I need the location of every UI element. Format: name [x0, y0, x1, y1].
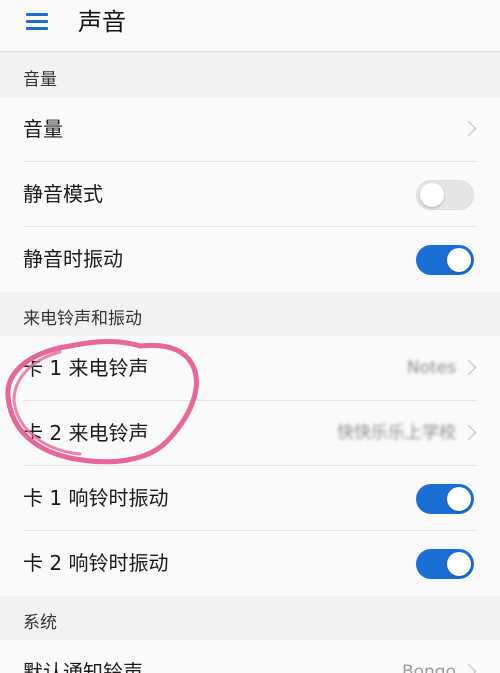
- ringtone-value: Notes: [406, 358, 456, 378]
- page-title: 声音: [78, 8, 126, 36]
- chevron-right-icon: [460, 359, 477, 376]
- row-label: 卡 2 来电铃声: [23, 421, 149, 445]
- row-label: 音量: [23, 117, 63, 141]
- notification-value: Bongo: [401, 662, 456, 673]
- toggle-knob: [447, 248, 471, 272]
- sim1-ring-vibrate-row: 卡 1 响铃时振动: [0, 466, 500, 531]
- section-header-label: 系统: [23, 613, 57, 633]
- row-label: 默认通知铃声: [23, 660, 143, 673]
- sim2-ring-vibrate-row: 卡 2 响铃时振动: [0, 531, 500, 596]
- sim2-vibrate-toggle[interactable]: [416, 549, 474, 579]
- sim1-ringtone-row[interactable]: 卡 1 来电铃声 Notes: [0, 336, 500, 401]
- vibrate-when-silent-toggle[interactable]: [416, 245, 474, 275]
- app-bar: 声音: [0, 0, 500, 52]
- hamburger-menu-icon[interactable]: [22, 10, 52, 34]
- sim2-ringtone-row[interactable]: 卡 2 来电铃声 快快乐乐上学校: [0, 401, 500, 466]
- row-label: 卡 2 响铃时振动: [23, 551, 169, 575]
- volume-row[interactable]: 音量: [0, 97, 500, 162]
- row-label: 静音时振动: [23, 247, 123, 271]
- ringtone-value: 快快乐乐上学校: [337, 423, 456, 443]
- section-header-label: 来电铃声和振动: [23, 309, 142, 329]
- default-notification-row[interactable]: 默认通知铃声 Bongo: [0, 640, 500, 673]
- toggle-knob: [447, 487, 471, 511]
- section-header-label: 音量: [23, 70, 57, 90]
- section-header-volume: 音量: [0, 53, 500, 97]
- toggle-knob: [420, 183, 444, 207]
- row-label: 静音模式: [23, 182, 103, 206]
- toggle-knob: [447, 552, 471, 576]
- vibrate-when-silent-row: 静音时振动: [0, 227, 500, 292]
- silent-mode-row: 静音模式: [0, 162, 500, 227]
- sim1-vibrate-toggle[interactable]: [416, 484, 474, 514]
- chevron-right-icon: [460, 120, 477, 137]
- chevron-right-icon: [460, 424, 477, 441]
- row-label: 卡 1 响铃时振动: [23, 486, 169, 510]
- section-header-system: 系统: [0, 596, 500, 640]
- chevron-right-icon: [460, 663, 477, 673]
- section-header-ringtone: 来电铃声和振动: [0, 292, 500, 336]
- row-label: 卡 1 来电铃声: [23, 356, 149, 380]
- silent-mode-toggle[interactable]: [416, 180, 474, 210]
